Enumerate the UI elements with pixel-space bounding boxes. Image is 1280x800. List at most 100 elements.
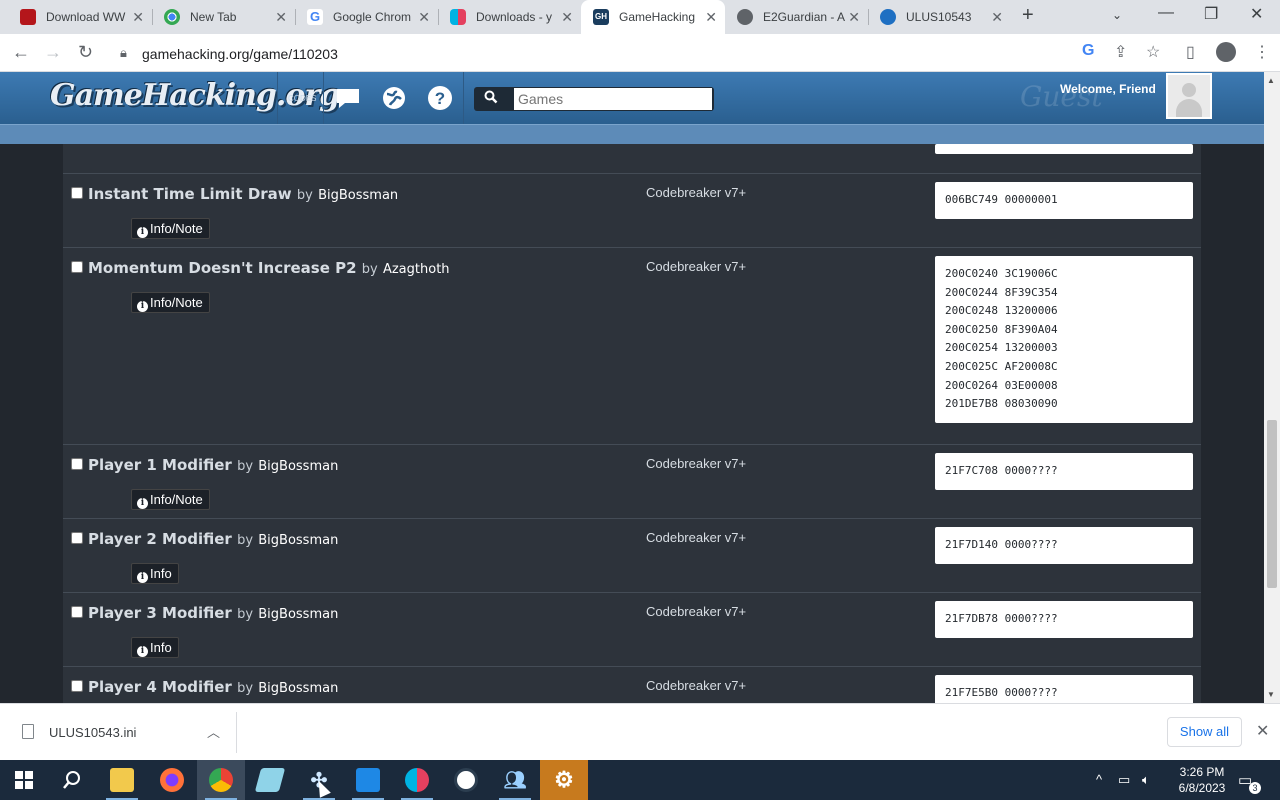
profile-icon[interactable] (1216, 42, 1236, 62)
file-explorer-app[interactable] (98, 760, 146, 800)
welcome-text: Welcome, Friend (1060, 82, 1156, 96)
address-bar[interactable]: 🔒︎ gamehacking.org/game/110203 (110, 38, 1182, 68)
clock-time: 3:26 PM (1179, 765, 1225, 779)
code-name[interactable]: Momentum Doesn't Increase P2 (88, 259, 357, 277)
network-icon[interactable]: ▭ (1118, 772, 1130, 788)
code-name[interactable]: Player 4 Modifier (88, 678, 232, 696)
scroll-thumb[interactable] (1267, 420, 1277, 588)
chrome-icon (164, 9, 180, 25)
header-divider (463, 72, 464, 124)
remote-app[interactable] (344, 760, 392, 800)
people-app[interactable]: 👥︎ (491, 760, 539, 800)
code-box[interactable]: 200C0240 3C19006C 200C0244 8F39C354 200C… (935, 256, 1193, 423)
code-name[interactable]: Instant Time Limit Draw (88, 185, 292, 203)
browser-tab[interactable]: Download WW ✕ (8, 0, 152, 34)
code-box[interactable]: 21F7E5B0 0000???? (935, 675, 1193, 703)
code-checkbox[interactable] (71, 532, 83, 544)
scroll-up-icon[interactable]: ▲ (1267, 76, 1275, 85)
codes-link[interactable]: CODES (288, 94, 316, 103)
new-tab-button[interactable]: + (1022, 4, 1034, 27)
code-author[interactable]: Azagthoth (383, 262, 450, 277)
forward-arrow-icon[interactable]: → (44, 42, 62, 63)
chrome-app[interactable] (197, 760, 245, 800)
code-box[interactable]: 006BC749 00000001 (935, 182, 1193, 219)
code-author[interactable]: BigBossman (258, 681, 338, 696)
code-name[interactable]: Player 1 Modifier (88, 456, 232, 474)
clock-app[interactable] (442, 760, 490, 800)
code-box[interactable]: 21F7D140 0000???? (935, 527, 1193, 564)
code-author[interactable]: BigBossman (318, 188, 398, 203)
google-g-icon[interactable]: G (1082, 42, 1094, 60)
tab-title: New Tab (190, 10, 237, 24)
code-name[interactable]: Player 2 Modifier (88, 530, 232, 548)
file-icon (22, 724, 34, 739)
close-tab-icon[interactable]: ✕ (418, 9, 430, 26)
system-clock[interactable]: 3:26 PM 6/8/2023 (1170, 764, 1234, 796)
close-icon[interactable]: ✕ (1256, 721, 1269, 741)
scroll-down-icon[interactable]: ▼ (1267, 690, 1275, 699)
yuzu-app[interactable] (393, 760, 441, 800)
chevron-up-icon[interactable]: ︿ (207, 722, 220, 741)
browser-tab[interactable]: ULUS10543 ✕ (868, 0, 1011, 34)
back-arrow-icon[interactable]: ← (12, 42, 30, 63)
tab-search-icon[interactable]: ⌄ (1112, 8, 1122, 22)
chat-bubble-icon[interactable] (335, 85, 361, 111)
side-panel-icon[interactable]: ▯ (1186, 42, 1195, 62)
by-label: by (237, 459, 254, 474)
reload-icon[interactable]: ↻ (78, 42, 93, 63)
notepad-icon (254, 768, 286, 792)
close-tab-icon[interactable]: ✕ (991, 9, 1003, 26)
code-checkbox[interactable] (71, 261, 83, 273)
code-name[interactable]: Player 3 Modifier (88, 604, 232, 622)
bookmark-star-icon[interactable]: ☆ (1146, 42, 1160, 62)
info-note-button[interactable]: i Info/Note (131, 218, 210, 239)
help-question-icon[interactable]: ? (427, 85, 453, 111)
gamehacking-icon: GH (593, 9, 609, 25)
code-row: Player 4 Modifier by BigBossman Codebrea… (63, 667, 1201, 703)
start-button[interactable] (0, 760, 48, 800)
avatar[interactable] (1166, 73, 1212, 119)
code-checkbox[interactable] (71, 458, 83, 470)
info-icon: i (137, 498, 148, 509)
more-menu-icon[interactable]: ⋮ (1254, 42, 1270, 62)
globe-icon[interactable] (381, 85, 407, 111)
close-tab-icon[interactable]: ✕ (561, 9, 573, 26)
share-icon[interactable]: ⇪ (1114, 42, 1127, 62)
search-icon[interactable] (484, 90, 498, 107)
restore-icon[interactable]: ❐ (1204, 4, 1218, 24)
info-button[interactable]: i Info (131, 563, 179, 584)
close-tab-icon[interactable]: ✕ (132, 9, 144, 26)
close-tab-icon[interactable]: ✕ (848, 9, 860, 26)
download-filename[interactable]: ULUS10543.ini (49, 725, 136, 740)
search-input[interactable] (514, 88, 712, 110)
info-note-button[interactable]: i Info/Note (131, 489, 210, 510)
close-tab-icon[interactable]: ✕ (705, 9, 717, 26)
code-checkbox[interactable] (71, 606, 83, 618)
code-checkbox[interactable] (71, 187, 83, 199)
code-author[interactable]: BigBossman (258, 607, 338, 622)
firefox-app[interactable] (148, 760, 196, 800)
close-window-icon[interactable]: ✕ (1250, 4, 1263, 24)
show-all-button[interactable]: Show all (1167, 717, 1242, 747)
page-scrollbar[interactable]: ▲ ▼ (1264, 72, 1280, 703)
browser-tab[interactable]: E2Guardian - A ✕ (725, 0, 868, 34)
close-tab-icon[interactable]: ✕ (275, 9, 287, 26)
speaker-muted-icon[interactable]: 🔈︎ (1142, 772, 1150, 788)
search-taskbar-button[interactable] (48, 760, 96, 800)
info-button[interactable]: i Info (131, 637, 179, 658)
site-subheader (0, 124, 1264, 144)
minimize-icon[interactable]: — (1158, 4, 1174, 22)
chevron-up-icon[interactable]: ^ (1096, 772, 1102, 787)
code-author[interactable]: BigBossman (258, 533, 338, 548)
code-box[interactable]: 21F7DB78 0000???? (935, 601, 1193, 638)
notepad-app[interactable] (246, 760, 294, 800)
browser-tab[interactable]: Downloads - y ✕ (438, 0, 581, 34)
browser-tab-active[interactable]: GH GameHacking ✕ (581, 0, 725, 34)
info-note-button[interactable]: i Info/Note (131, 292, 210, 313)
code-checkbox[interactable] (71, 680, 83, 692)
settings-app[interactable]: ⚙ (540, 760, 588, 800)
browser-tab[interactable]: New Tab ✕ (152, 0, 295, 34)
code-box[interactable]: 21F7C708 0000???? (935, 453, 1193, 490)
code-author[interactable]: BigBossman (258, 459, 338, 474)
browser-tab[interactable]: G Google Chrom ✕ (295, 0, 438, 34)
